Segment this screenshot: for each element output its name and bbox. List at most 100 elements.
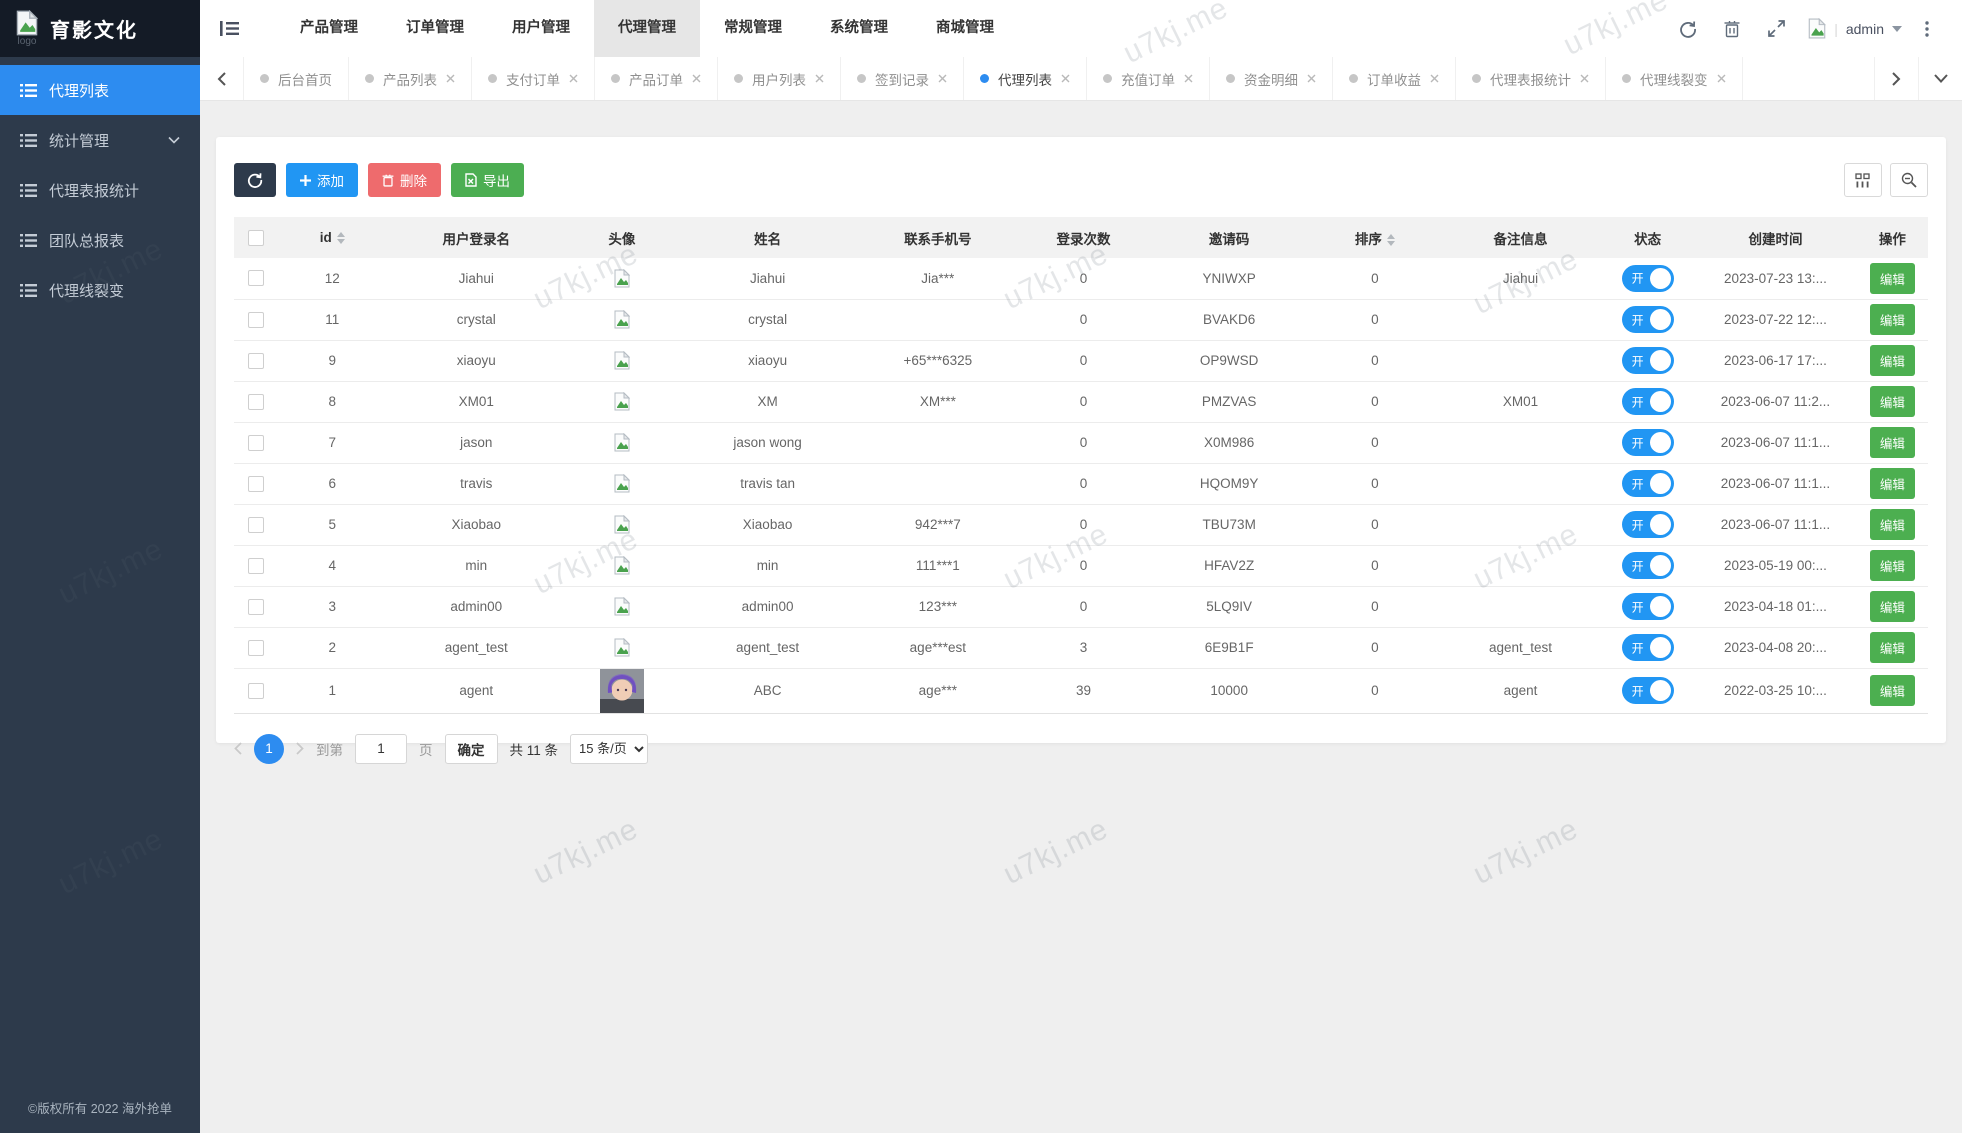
edit-button[interactable]: 编辑 xyxy=(1870,675,1915,706)
column-header[interactable]: 排序 xyxy=(1310,217,1440,258)
column-header[interactable]: 邀请码 xyxy=(1149,217,1310,258)
tab-close-icon[interactable] xyxy=(1580,74,1589,83)
edit-button[interactable]: 编辑 xyxy=(1870,509,1915,540)
status-toggle[interactable]: 开 xyxy=(1622,470,1674,497)
column-header[interactable]: 操作 xyxy=(1857,217,1928,258)
row-checkbox[interactable] xyxy=(248,353,264,369)
column-header[interactable]: id xyxy=(278,217,386,258)
tabs-scroll-right-icon[interactable] xyxy=(1874,57,1918,100)
sidebar-item[interactable]: 团队总报表 xyxy=(0,215,200,265)
fullscreen-icon[interactable] xyxy=(1754,0,1798,57)
tabs-scroll-left-icon[interactable] xyxy=(200,57,244,100)
sort-icon[interactable] xyxy=(337,232,345,244)
tab-close-icon[interactable] xyxy=(938,74,947,83)
tab[interactable]: 用户列表 xyxy=(718,57,841,100)
column-header[interactable]: 状态 xyxy=(1601,217,1694,258)
nav-item[interactable]: 商城管理 xyxy=(912,0,1018,57)
status-toggle[interactable]: 开 xyxy=(1622,593,1674,620)
sidebar-item[interactable]: 代理列表 xyxy=(0,65,200,115)
avatar-photo[interactable] xyxy=(600,669,644,713)
trash-icon[interactable] xyxy=(1710,0,1754,57)
search-icon[interactable] xyxy=(1890,163,1928,197)
row-checkbox[interactable] xyxy=(248,599,264,615)
tab[interactable]: 签到记录 xyxy=(841,57,964,100)
edit-button[interactable]: 编辑 xyxy=(1870,550,1915,581)
tab[interactable]: 产品列表 xyxy=(349,57,472,100)
sidebar-collapse-icon[interactable] xyxy=(200,0,258,57)
column-header[interactable]: 用户登录名 xyxy=(386,217,566,258)
edit-button[interactable]: 编辑 xyxy=(1870,345,1915,376)
tab[interactable]: 充值订单 xyxy=(1087,57,1210,100)
status-toggle[interactable]: 开 xyxy=(1622,265,1674,292)
tab[interactable]: 代理表报统计 xyxy=(1456,57,1606,100)
tab-close-icon[interactable] xyxy=(1307,74,1316,83)
column-header[interactable]: 备注信息 xyxy=(1440,217,1601,258)
column-header[interactable]: 联系手机号 xyxy=(857,217,1018,258)
goto-confirm-button[interactable]: 确定 xyxy=(445,734,498,764)
tab[interactable]: 代理线裂变 xyxy=(1606,57,1743,100)
status-toggle[interactable]: 开 xyxy=(1622,306,1674,333)
tab[interactable]: 支付订单 xyxy=(472,57,595,100)
column-filter-icon[interactable] xyxy=(1844,163,1882,197)
more-vertical-icon[interactable] xyxy=(1912,0,1942,57)
tab-close-icon[interactable] xyxy=(569,74,578,83)
edit-button[interactable]: 编辑 xyxy=(1870,632,1915,663)
add-button[interactable]: 添加 xyxy=(286,163,358,197)
tabs-menu-chevron-icon[interactable] xyxy=(1918,57,1962,100)
edit-button[interactable]: 编辑 xyxy=(1870,468,1915,499)
row-checkbox[interactable] xyxy=(248,476,264,492)
sidebar-item[interactable]: 统计管理 xyxy=(0,115,200,165)
tab-close-icon[interactable] xyxy=(815,74,824,83)
row-checkbox[interactable] xyxy=(248,270,264,286)
tab-close-icon[interactable] xyxy=(1430,74,1439,83)
edit-button[interactable]: 编辑 xyxy=(1870,263,1915,294)
nav-item[interactable]: 订单管理 xyxy=(382,0,488,57)
row-checkbox[interactable] xyxy=(248,558,264,574)
status-toggle[interactable]: 开 xyxy=(1622,634,1674,661)
column-header[interactable]: 创建时间 xyxy=(1694,217,1857,258)
tab[interactable]: 后台首页 xyxy=(244,57,349,100)
next-page-icon[interactable] xyxy=(296,742,304,755)
edit-button[interactable]: 编辑 xyxy=(1870,386,1915,417)
tab[interactable]: 代理列表 xyxy=(964,57,1087,100)
sidebar-item[interactable]: 代理线裂变 xyxy=(0,265,200,315)
nav-item[interactable]: 系统管理 xyxy=(806,0,912,57)
goto-page-input[interactable] xyxy=(355,734,407,764)
tab-close-icon[interactable] xyxy=(1717,74,1726,83)
sidebar-item[interactable]: 代理表报统计 xyxy=(0,165,200,215)
column-header[interactable]: 头像 xyxy=(566,217,678,258)
edit-button[interactable]: 编辑 xyxy=(1870,591,1915,622)
column-header[interactable]: 登录次数 xyxy=(1018,217,1148,258)
edit-button[interactable]: 编辑 xyxy=(1870,427,1915,458)
status-toggle[interactable]: 开 xyxy=(1622,677,1674,704)
tab-close-icon[interactable] xyxy=(692,74,701,83)
edit-button[interactable]: 编辑 xyxy=(1870,304,1915,335)
tab-close-icon[interactable] xyxy=(446,74,455,83)
row-checkbox[interactable] xyxy=(248,312,264,328)
tab[interactable]: 资金明细 xyxy=(1210,57,1333,100)
nav-item[interactable]: 代理管理 xyxy=(594,0,700,57)
refresh-table-button[interactable] xyxy=(234,163,276,197)
status-toggle[interactable]: 开 xyxy=(1622,388,1674,415)
status-toggle[interactable]: 开 xyxy=(1622,511,1674,538)
row-checkbox[interactable] xyxy=(248,683,264,699)
page-number[interactable]: 1 xyxy=(254,734,284,764)
nav-item[interactable]: 用户管理 xyxy=(488,0,594,57)
tab-close-icon[interactable] xyxy=(1061,74,1070,83)
nav-item[interactable]: 产品管理 xyxy=(276,0,382,57)
tab[interactable]: 产品订单 xyxy=(595,57,718,100)
column-header[interactable]: 姓名 xyxy=(678,217,858,258)
row-checkbox[interactable] xyxy=(248,517,264,533)
user-menu[interactable]: | admin xyxy=(1808,18,1902,39)
sort-icon[interactable] xyxy=(1387,234,1395,246)
tab-close-icon[interactable] xyxy=(1184,74,1193,83)
refresh-icon[interactable] xyxy=(1666,0,1710,57)
row-checkbox[interactable] xyxy=(248,640,264,656)
page-size-select[interactable]: 15 条/页 xyxy=(570,734,648,764)
status-toggle[interactable]: 开 xyxy=(1622,347,1674,374)
prev-page-icon[interactable] xyxy=(234,742,242,755)
row-checkbox[interactable] xyxy=(248,394,264,410)
delete-button[interactable]: 删除 xyxy=(368,163,441,197)
nav-item[interactable]: 常规管理 xyxy=(700,0,806,57)
tab[interactable]: 订单收益 xyxy=(1333,57,1456,100)
